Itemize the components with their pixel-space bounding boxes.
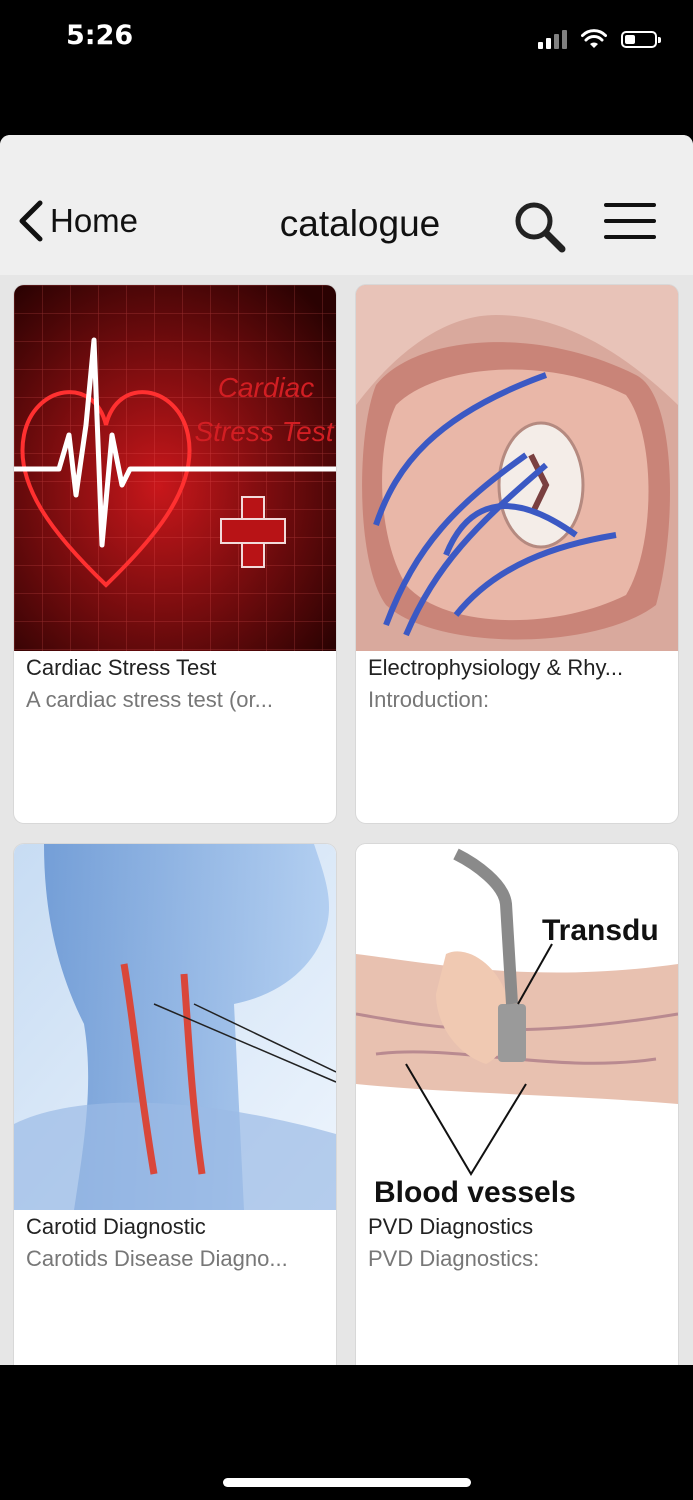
hamburger-menu-button[interactable] (604, 203, 656, 249)
battery-icon (621, 30, 661, 48)
search-icon (515, 202, 566, 253)
catalogue-card[interactable]: Transdu Blood vessels PVD Diagnostics PV… (356, 844, 678, 1365)
status-icons (538, 24, 661, 54)
card-subtitle: Introduction: (368, 687, 490, 712)
pvd-image-label-transducer: Transdu (542, 914, 659, 947)
back-label: Home (50, 202, 139, 239)
carotid-diagnostic-image (14, 844, 336, 1210)
status-bar: 5:26 (0, 0, 693, 80)
wifi-icon (581, 29, 607, 48)
back-button[interactable]: Home (14, 199, 138, 243)
cardiac-stress-test-image: Cardiac Stress Test (14, 285, 336, 651)
catalogue-card[interactable]: Carotid Diagnostic Carotids Disease Diag… (14, 844, 336, 1365)
electrophysiology-image (356, 285, 678, 651)
card-title: Carotid Diagnostic (26, 1214, 206, 1239)
signal-icon (538, 29, 567, 49)
card-subtitle: Carotids Disease Diagno... (26, 1246, 288, 1271)
pvd-image-label-vessels: Blood vessels (374, 1176, 576, 1209)
catalogue-card[interactable]: Electrophysiology & Rhy... Introduction: (356, 285, 678, 823)
card-title: Cardiac Stress Test (26, 655, 217, 680)
nav-bar: Home catalogue (0, 135, 693, 275)
pvd-diagnostics-image: Transdu Blood vessels (356, 844, 678, 1210)
status-time: 5:26 (66, 20, 134, 51)
cardiac-image-text-line2: Stress Test (194, 416, 334, 447)
card-title: Electrophysiology & Rhy... (368, 655, 624, 680)
home-indicator[interactable] (223, 1478, 471, 1487)
battery-level (625, 34, 635, 44)
app-window: Home catalogue Cardiac Stress Test Cardi… (0, 135, 693, 1365)
card-subtitle: PVD Diagnostics: (368, 1246, 540, 1271)
catalogue-card[interactable]: Cardiac Stress Test Cardiac Stress Test … (14, 285, 336, 823)
card-title: PVD Diagnostics (368, 1214, 534, 1239)
search-button[interactable] (512, 199, 568, 255)
chevron-left-icon (19, 200, 43, 242)
cardiac-image-text-line1: Cardiac (218, 372, 314, 403)
hamburger-menu-icon (604, 203, 656, 239)
card-subtitle: A cardiac stress test (or... (26, 687, 273, 712)
